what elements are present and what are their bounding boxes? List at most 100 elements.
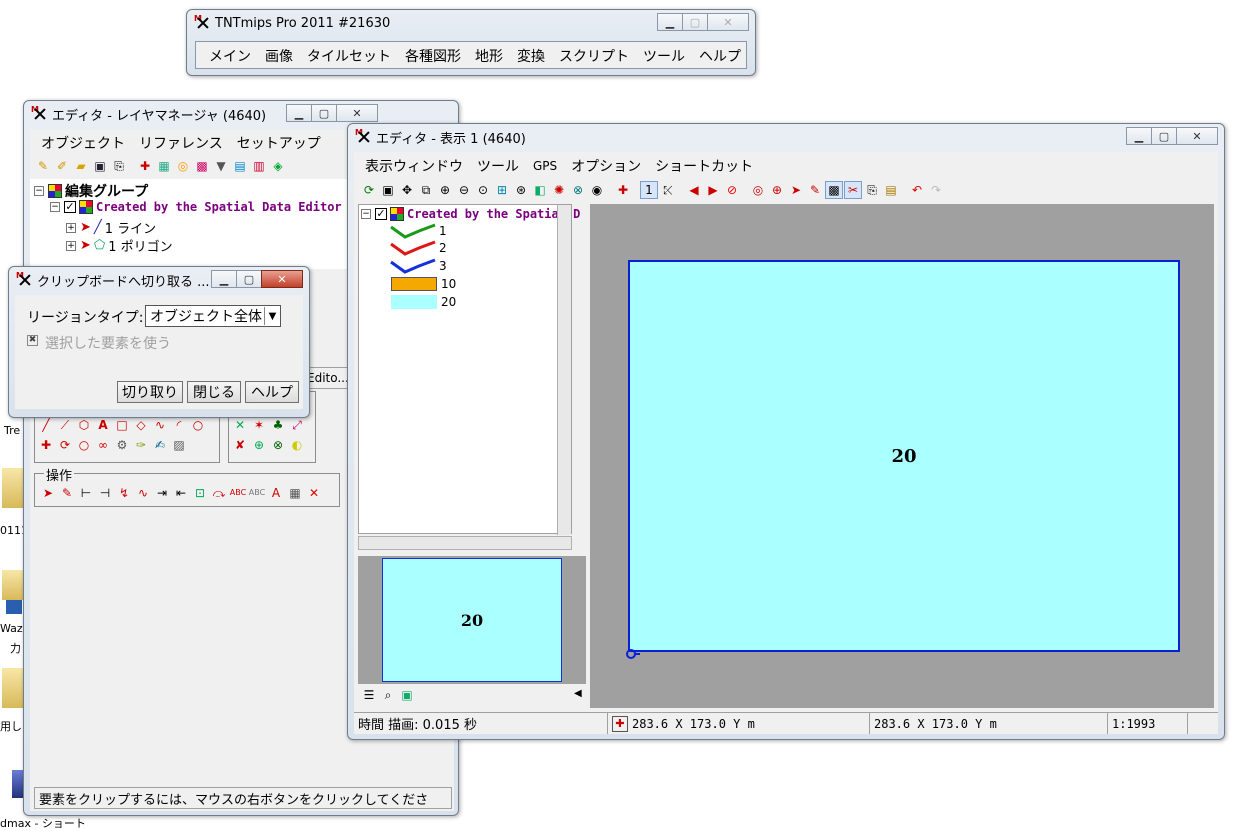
menu-options[interactable]: オプション — [564, 156, 648, 176]
menu-image[interactable]: 画像 — [258, 46, 300, 66]
menu-convert[interactable]: 変換 — [510, 46, 552, 66]
color-map-icon[interactable]: ◧ — [531, 181, 549, 199]
tractor-icon[interactable]: ⚙ — [113, 436, 131, 454]
magnifier-icon[interactable]: ⌕ — [379, 686, 397, 704]
legend-object-label[interactable]: Created by the Spatial D — [407, 207, 580, 221]
desktop-icon-4[interactable] — [2, 668, 24, 708]
overview-panel[interactable]: 20 — [358, 556, 586, 684]
snap-icon[interactable]: ✶ — [250, 416, 268, 434]
add-shape-icon[interactable]: ▼ — [212, 157, 230, 175]
redraw-icon[interactable]: ⟳ — [360, 181, 378, 199]
extend-icon[interactable]: ⇥ — [153, 484, 171, 502]
label-icon[interactable]: ✍ — [151, 436, 169, 454]
save-icon[interactable]: ▣ — [91, 157, 109, 175]
menu-script[interactable]: スクリプト — [552, 46, 636, 66]
copy-icon[interactable]: ⎘ — [863, 181, 881, 199]
full-view-icon[interactable]: ▣ — [379, 181, 397, 199]
delete-icon[interactable]: ✕ — [305, 484, 323, 502]
close-button[interactable]: ✕ — [261, 270, 303, 288]
draw-rect-icon[interactable]: □ — [113, 416, 131, 434]
draw-polyline-icon[interactable]: ⟋ — [56, 416, 74, 434]
text-style-icon[interactable]: A — [267, 484, 285, 502]
desktop-icon-3[interactable] — [6, 600, 22, 614]
erase-icon[interactable]: ✘ — [231, 436, 249, 454]
legend-horizontal-scrollbar[interactable] — [358, 536, 572, 550]
main-titlebar[interactable]: M TNTmips Pro 2011 #21630 ▁ ▢ ✕ — [187, 10, 755, 36]
toggle-icon[interactable]: ⤪ — [659, 181, 677, 199]
tree-icon[interactable]: ♣ — [269, 416, 287, 434]
legend-view-icon[interactable]: ☰ — [360, 686, 378, 704]
maximize-button[interactable]: ▢ — [682, 13, 708, 31]
move-node-icon[interactable]: ✕ — [231, 416, 249, 434]
pattern-icon[interactable]: ▦ — [286, 484, 304, 502]
abc-edit-icon[interactable]: ABC — [248, 484, 266, 502]
draw-text-icon[interactable]: A — [94, 416, 112, 434]
hatch-icon[interactable]: ▨ — [170, 436, 188, 454]
region-type-select[interactable]: オブジェクト全体 ▼ — [145, 305, 281, 327]
minimize-button[interactable]: ▁ — [1126, 127, 1152, 145]
open-folder-icon[interactable]: ▰ — [72, 157, 90, 175]
add-image-icon[interactable]: ▦ — [155, 157, 173, 175]
split-icon[interactable]: ⊗ — [269, 436, 287, 454]
draw-circle-icon[interactable]: ○ — [189, 416, 207, 434]
abc-label-icon[interactable]: ABC — [229, 484, 247, 502]
zoom-in-icon[interactable]: ⊕ — [436, 181, 454, 199]
zoom-box-icon[interactable]: ⧉ — [417, 181, 435, 199]
image-icon[interactable]: ▩ — [825, 181, 843, 199]
brush-icon[interactable]: ✑ — [132, 436, 150, 454]
select-arrow-icon[interactable]: ➤ — [39, 484, 57, 502]
minimize-button[interactable]: ▁ — [211, 270, 237, 288]
add-raster-icon[interactable]: ▩ — [193, 157, 211, 175]
help-button[interactable]: ヘルプ — [245, 381, 299, 403]
scissors-icon[interactable]: ✂ — [844, 181, 862, 199]
draw-arc-icon[interactable]: ◜ — [170, 416, 188, 434]
visible-checkbox[interactable]: ✓ — [375, 208, 387, 220]
visible-checkbox[interactable]: ✓ — [64, 201, 76, 213]
find-icon[interactable]: ⊕ — [768, 181, 786, 199]
edit-pencil-icon[interactable]: ✎ — [806, 181, 824, 199]
menu-reference[interactable]: リファレンス — [132, 133, 230, 153]
maximize-button[interactable]: ▢ — [1151, 127, 1177, 145]
add-vector-icon[interactable]: ▤ — [231, 157, 249, 175]
add-circle-node-icon[interactable]: ○ — [75, 436, 93, 454]
next-arrow-icon[interactable]: ▶ — [704, 181, 722, 199]
fill-icon[interactable]: ◐ — [288, 436, 306, 454]
menu-object[interactable]: オブジェクト — [34, 133, 132, 153]
minimize-button[interactable]: ▁ — [286, 104, 312, 122]
expander-object[interactable]: − — [50, 202, 60, 212]
add-layer-icon[interactable]: ✚ — [614, 181, 632, 199]
add-loop-icon[interactable]: ∞ — [94, 436, 112, 454]
draw-diamond-icon[interactable]: ◇ — [132, 416, 150, 434]
center-icon[interactable]: ⊛ — [512, 181, 530, 199]
stop-icon[interactable]: ⊘ — [723, 181, 741, 199]
legend-item-20[interactable]: 20 — [391, 295, 456, 309]
polygon-20[interactable]: 20 — [628, 260, 1180, 652]
arrow-select-icon[interactable]: ➤ — [80, 220, 91, 235]
add-cad-icon[interactable]: ◈ — [269, 157, 287, 175]
close-button[interactable]: ✕ — [336, 104, 378, 122]
line-item-label[interactable]: 1 ライン — [105, 218, 156, 237]
zoom-out-icon[interactable]: ⊖ — [455, 181, 473, 199]
map-canvas[interactable]: 20 — [590, 204, 1214, 708]
expander-object[interactable]: − — [361, 209, 371, 219]
expander-group[interactable]: − — [34, 186, 44, 196]
legend-item-1[interactable]: 1 — [389, 223, 447, 239]
menu-setup[interactable]: セットアップ — [230, 133, 328, 153]
trim-icon[interactable]: ⤼ — [210, 484, 228, 502]
desktop-icon-2[interactable] — [2, 570, 24, 600]
pan-icon[interactable]: ✥ — [398, 181, 416, 199]
menu-tools[interactable]: ツール — [636, 46, 692, 66]
pencil-new-icon[interactable]: ✐ — [53, 157, 71, 175]
draw-polygon-icon[interactable]: ⬡ — [75, 416, 93, 434]
legend-item-3[interactable]: 3 — [389, 258, 447, 274]
draw-curve-icon[interactable]: ∿ — [151, 416, 169, 434]
select-arrow-icon[interactable]: ➤ — [787, 181, 805, 199]
expander-lines[interactable]: + — [66, 222, 76, 233]
add-circle-icon[interactable]: ◎ — [174, 157, 192, 175]
prev-arrow-icon[interactable]: ◀ — [685, 181, 703, 199]
maximize-button[interactable]: ▢ — [236, 270, 262, 288]
select-mode-icon[interactable]: 1 — [640, 181, 658, 199]
gps-icon[interactable]: ✺ — [550, 181, 568, 199]
add-database-icon[interactable]: ▥ — [250, 157, 268, 175]
target-icon[interactable]: ◎ — [749, 181, 767, 199]
